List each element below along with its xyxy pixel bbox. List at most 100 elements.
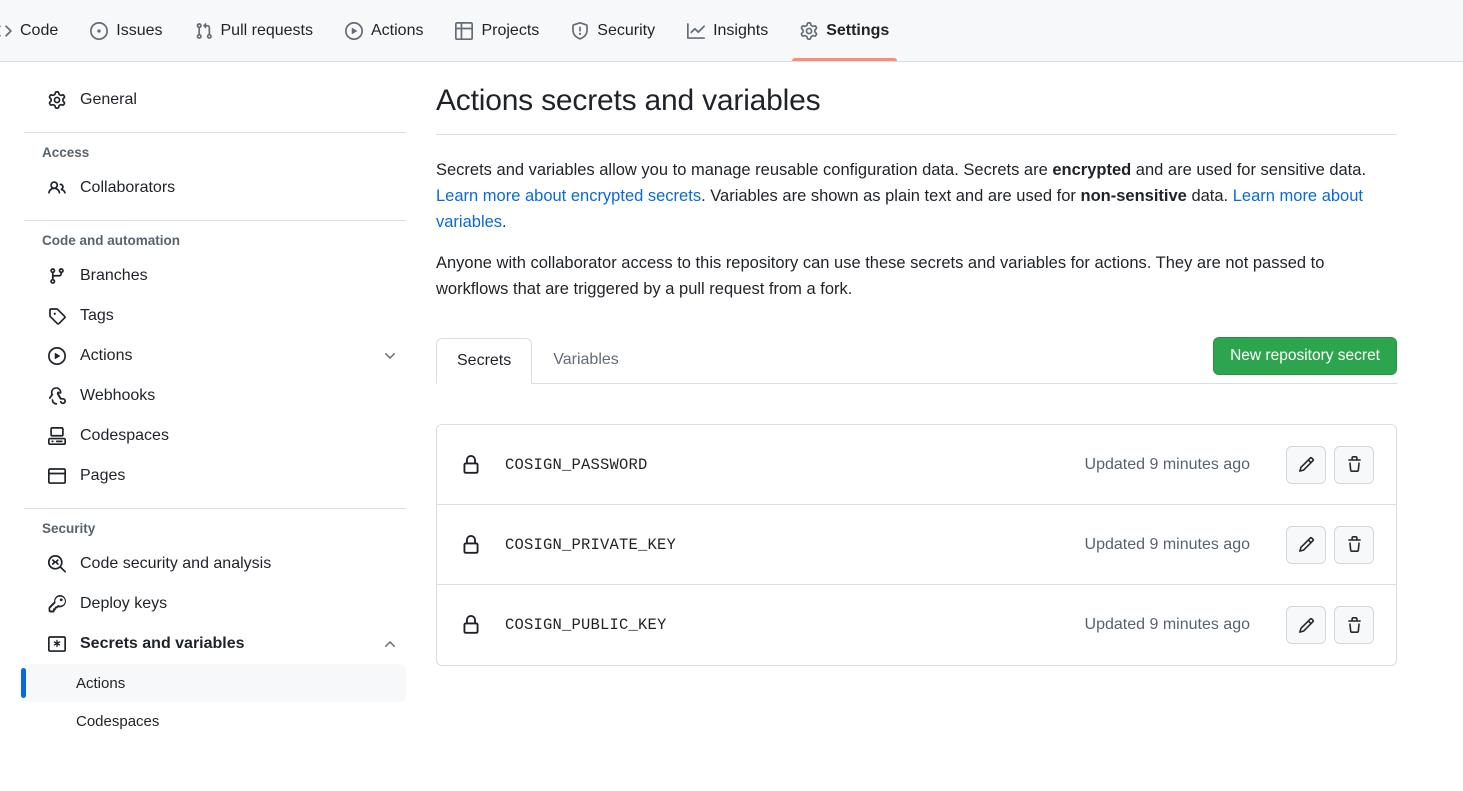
- sidebar-item-secrets-and-variables[interactable]: Secrets and variables: [24, 624, 406, 664]
- sidebar-divider: [24, 508, 406, 509]
- nav-item-label: Projects: [481, 21, 540, 39]
- sidebar-item-label: Secrets and variables: [80, 635, 245, 652]
- sidebar-item-label: Tags: [80, 307, 114, 324]
- tab-secrets[interactable]: Secrets: [436, 337, 533, 385]
- sidebar-item-label: Deploy keys: [80, 595, 168, 612]
- page-title: Actions secrets and variables: [436, 84, 1397, 135]
- intro-paragraph-2: Anyone with collaborator access to this …: [436, 254, 1325, 299]
- code-icon: [0, 22, 12, 40]
- pencil-icon[interactable]: [1286, 445, 1326, 484]
- nav-item-label: Settings: [826, 21, 890, 39]
- intro-p1-part-f: .: [502, 213, 507, 232]
- intro-p1-part-a: Secrets and variables allow you to manag…: [436, 161, 1053, 179]
- sidebar-group-access: Access: [42, 145, 90, 160]
- sidebar-item-label: Codespaces: [80, 427, 169, 444]
- sidebar-item-pages[interactable]: Pages: [24, 456, 406, 496]
- nav-item-insights[interactable]: Insights: [671, 0, 784, 61]
- sidebar-item-code-security-and-analysis[interactable]: Code security and analysis: [24, 544, 406, 584]
- intro-bold-encrypted: encrypted: [1052, 161, 1132, 179]
- nav-item-code[interactable]: Code: [0, 0, 74, 61]
- secret-name: COSIGN_PUBLIC_KEY: [505, 616, 667, 635]
- trash-icon[interactable]: [1334, 606, 1374, 645]
- secret-updated-time: Updated 9 minutes ago: [1084, 535, 1250, 553]
- play-icon: [48, 347, 66, 365]
- play-icon: [345, 21, 363, 40]
- sidebar-group-security: Security: [42, 521, 96, 536]
- secret-updated-time: Updated 9 minutes ago: [1084, 455, 1250, 473]
- nav-item-pull-requests[interactable]: Pull requests: [179, 0, 330, 61]
- sidebar-item-label: Actions: [80, 347, 133, 364]
- nav-item-projects[interactable]: Projects: [439, 0, 555, 61]
- nav-item-label: Pull requests: [220, 21, 314, 39]
- secrets-list: COSIGN_PASSWORD Updated 9 minutes ago CO…: [436, 424, 1397, 667]
- page-body: General Access Collaborators Code and au…: [0, 62, 1463, 791]
- people-icon: [48, 179, 66, 197]
- new-repository-secret-button[interactable]: New repository secret: [1213, 337, 1397, 376]
- secret-updated-time: Updated 9 minutes ago: [1084, 616, 1250, 634]
- table-row[interactable]: COSIGN_PUBLIC_KEY Updated 9 minutes ago: [437, 585, 1396, 665]
- sidebar-item-collaborators[interactable]: Collaborators: [24, 168, 406, 208]
- main-content: Actions secrets and variables Secrets an…: [430, 62, 1463, 791]
- nav-item-security[interactable]: Security: [555, 0, 671, 61]
- shield-icon: [571, 21, 589, 40]
- sidebar-subitem-codespaces[interactable]: Codespaces: [24, 702, 406, 740]
- sidebar-item-label: Branches: [80, 267, 148, 284]
- table-row[interactable]: COSIGN_PRIVATE_KEY Updated 9 minutes ago: [437, 505, 1396, 586]
- webhook-icon: [48, 387, 66, 405]
- chevron-down-icon[interactable]: [382, 348, 398, 364]
- sidebar-item-general[interactable]: General: [24, 80, 406, 120]
- intro-p1-part-c: and are used for sensitive data.: [1131, 161, 1367, 179]
- chevron-up-icon[interactable]: [382, 636, 398, 652]
- issue-opened-icon: [90, 21, 109, 40]
- nav-item-label: Actions: [371, 21, 424, 39]
- link-learn-more-encrypted-secrets[interactable]: Learn more about encrypted secrets: [436, 187, 701, 205]
- sidebar-item-label: General: [80, 91, 137, 108]
- nav-item-actions[interactable]: Actions: [329, 0, 439, 61]
- repo-nav: Code Issues Pull requests Actions Projec…: [0, 0, 1463, 62]
- intro-paragraph-1: Secrets and variables allow you to manag…: [436, 157, 1397, 235]
- gear-icon: [48, 91, 66, 109]
- pencil-icon[interactable]: [1286, 606, 1326, 645]
- sidebar-item-label: Code security and analysis: [80, 555, 272, 572]
- pencil-icon[interactable]: [1286, 525, 1326, 564]
- asterisk-box-icon: [48, 635, 66, 653]
- sidebar-subitem-label: Actions: [76, 674, 126, 692]
- browser-icon: [48, 467, 66, 485]
- sidebar-subitem-actions[interactable]: Actions: [21, 664, 406, 702]
- codespaces-icon: [48, 427, 66, 445]
- settings-sidebar: General Access Collaborators Code and au…: [0, 62, 430, 791]
- nav-item-label: Code: [20, 21, 59, 39]
- sidebar-item-branches[interactable]: Branches: [24, 256, 406, 296]
- intro-bold-non-sensitive: non-sensitive: [1080, 187, 1187, 206]
- table-row[interactable]: COSIGN_PASSWORD Updated 9 minutes ago: [437, 425, 1396, 506]
- sidebar-item-codespaces[interactable]: Codespaces: [24, 416, 406, 456]
- trash-icon[interactable]: [1334, 525, 1374, 564]
- lock-icon: [461, 615, 481, 635]
- nav-item-issues[interactable]: Issues: [74, 0, 178, 61]
- git-branch-icon: [48, 267, 66, 285]
- table-icon: [455, 21, 474, 40]
- secrets-variables-tabbar: Secrets Variables New repository secret: [436, 332, 1397, 385]
- tab-variables[interactable]: Variables: [532, 337, 640, 384]
- codescan-icon: [48, 555, 66, 573]
- nav-item-settings[interactable]: Settings: [784, 0, 905, 61]
- lock-icon: [461, 454, 481, 475]
- sidebar-item-label: Pages: [80, 467, 126, 484]
- sidebar-item-tags[interactable]: Tags: [24, 296, 406, 336]
- sidebar-item-actions[interactable]: Actions: [24, 336, 406, 376]
- git-pull-request-icon: [195, 22, 213, 40]
- intro-p1-part-e: data.: [1186, 187, 1233, 206]
- trash-icon[interactable]: [1334, 445, 1374, 484]
- nav-item-label: Security: [597, 21, 656, 39]
- sidebar-item-webhooks[interactable]: Webhooks: [24, 376, 406, 416]
- nav-item-label: Issues: [116, 21, 163, 39]
- tag-icon: [48, 307, 66, 325]
- sidebar-item-deploy-keys[interactable]: Deploy keys: [24, 584, 406, 624]
- secret-name: COSIGN_PRIVATE_KEY: [505, 535, 677, 554]
- key-icon: [48, 595, 66, 613]
- secret-name: COSIGN_PASSWORD: [505, 455, 648, 474]
- intro-p1-part-d: . Variables are shown as plain text and …: [701, 187, 1081, 206]
- sidebar-subitem-label: Codespaces: [76, 712, 160, 730]
- nav-item-label: Insights: [713, 21, 769, 39]
- sidebar-item-label: Collaborators: [80, 179, 176, 196]
